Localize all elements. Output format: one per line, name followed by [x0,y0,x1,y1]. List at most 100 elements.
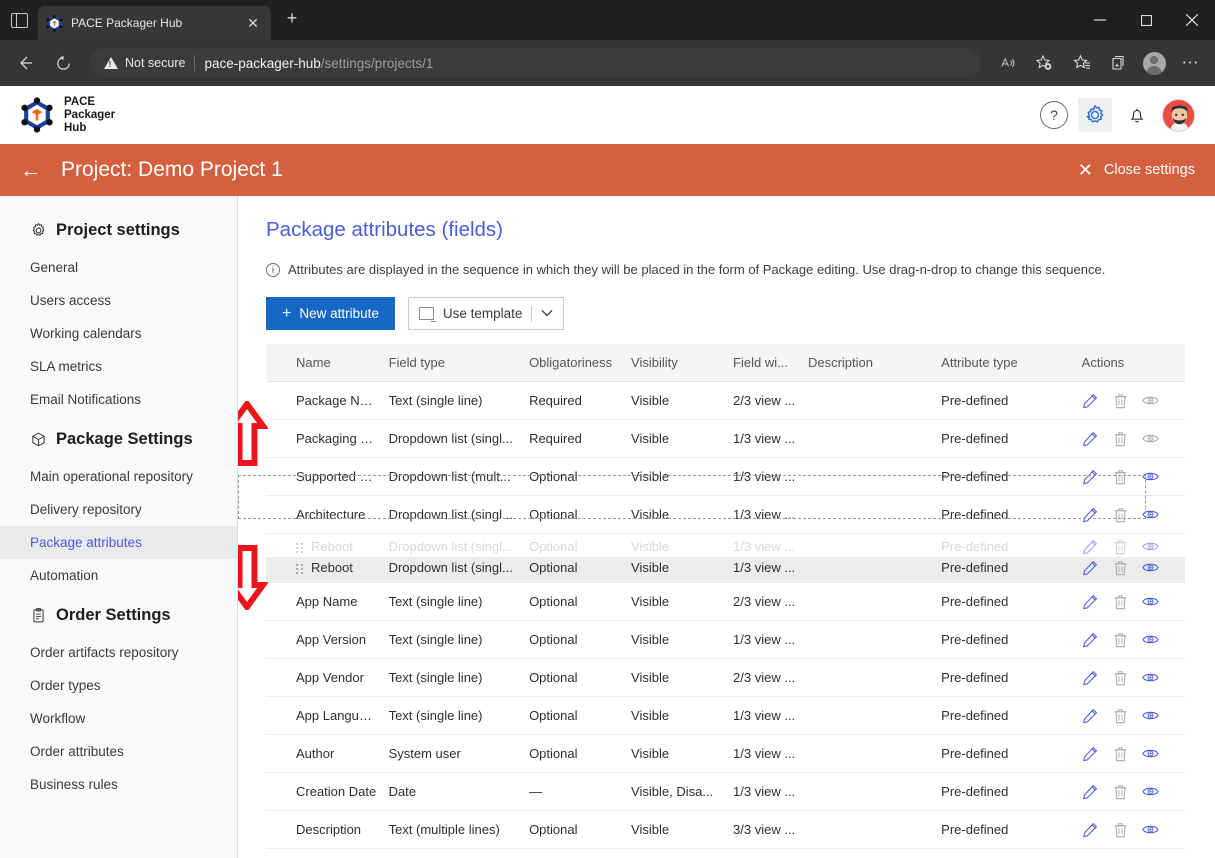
browser-tab[interactable]: PACE Packager Hub ✕ [38,6,271,40]
column-header-attribute-type[interactable]: Attribute type [935,344,1076,382]
delete-trash-icon[interactable] [1112,430,1129,447]
chevron-down-icon[interactable] [541,308,553,320]
security-status[interactable]: Not secure [104,56,185,70]
close-settings-button[interactable]: ✕ Close settings [1078,160,1195,181]
project-back-button[interactable]: ← [20,160,41,181]
visibility-eye-icon[interactable] [1141,468,1159,485]
delete-trash-icon[interactable] [1112,783,1129,800]
delete-trash-icon[interactable] [1112,468,1129,485]
visibility-eye-icon[interactable] [1141,631,1159,648]
window-minimize-button[interactable] [1077,0,1123,40]
table-row[interactable]: Description Text (multiple lines) Optional… [266,810,1185,849]
app-logo[interactable]: PACE Packager Hub [20,96,115,135]
column-header-obligatoriness[interactable]: Obligatoriness [523,344,626,382]
edit-pencil-icon[interactable] [1082,593,1099,610]
sidebar-item-users-access[interactable]: Users access [0,284,237,317]
sidebar-item-workflow[interactable]: Workflow [0,702,237,735]
column-header-name[interactable]: Name [266,344,383,382]
profile-icon[interactable] [1137,46,1171,80]
tab-close-icon[interactable]: ✕ [243,13,263,33]
delete-trash-icon[interactable] [1112,506,1129,523]
edit-pencil-icon[interactable] [1082,669,1099,686]
use-template-button[interactable]: Use template [407,297,565,330]
visibility-eye-icon[interactable] [1141,559,1159,576]
table-row[interactable]: Architecture Dropdown list (singl... Optio… [266,495,1185,534]
drag-handle-icon[interactable] [296,542,304,553]
delete-trash-icon[interactable] [1112,559,1129,576]
read-aloud-icon[interactable] [991,46,1025,80]
sidebar-item-order-types[interactable]: Order types [0,669,237,702]
delete-trash-icon[interactable] [1112,631,1129,648]
sidebar-item-working-calendars[interactable]: Working calendars [0,317,237,350]
table-row[interactable]: Reboot Dropdown list (singl... Optional Vis… [266,557,1185,583]
edit-pencil-icon[interactable] [1082,468,1099,485]
new-tab-button[interactable]: + [277,4,307,34]
table-row[interactable]: App Version Text (single line) Optional Vis… [266,620,1185,659]
table-row[interactable]: Author System user Optional Visible 1/3 view… [266,734,1185,773]
drag-handle-icon[interactable] [296,563,304,574]
delete-trash-icon[interactable] [1112,593,1129,610]
edit-pencil-icon[interactable] [1082,430,1099,447]
window-close-button[interactable] [1169,0,1215,40]
sidebar-item-main-operational-repository[interactable]: Main operational repository [0,460,237,493]
visibility-eye-icon[interactable] [1141,538,1159,555]
back-button[interactable] [8,46,42,80]
column-header-visibility[interactable]: Visibility [625,344,728,382]
column-header-field-width[interactable]: Field wi... [727,344,802,382]
table-row[interactable]: Reboot Dropdown list (singl... Optional Vis… [266,534,1185,558]
notifications-button[interactable] [1122,100,1152,130]
delete-trash-icon[interactable] [1112,538,1129,555]
user-avatar[interactable] [1162,98,1195,132]
table-row[interactable]: App Language Text (single line) Optional Vi… [266,696,1185,735]
delete-trash-icon[interactable] [1112,745,1129,762]
edit-pencil-icon[interactable] [1082,559,1099,576]
sidebar-item-business-rules[interactable]: Business rules [0,768,237,801]
visibility-eye-icon[interactable] [1141,392,1159,409]
sidebar-item-package-attributes[interactable]: Package attributes [0,526,237,559]
help-button[interactable]: ? [1040,101,1068,129]
column-header-field-type[interactable]: Field type [382,344,524,382]
edit-pencil-icon[interactable] [1082,707,1099,724]
visibility-eye-icon[interactable] [1141,430,1159,447]
visibility-eye-icon[interactable] [1141,821,1159,838]
delete-trash-icon[interactable] [1112,707,1129,724]
tab-search-button[interactable] [0,0,38,40]
sidebar-item-sla-metrics[interactable]: SLA metrics [0,350,237,383]
table-row[interactable]: App Name Text (single line) Optional Visibl… [266,583,1185,621]
table-row[interactable]: Creation Date Date — Visible, Disa... 1/3 vi… [266,772,1185,811]
edit-pencil-icon[interactable] [1082,821,1099,838]
edit-pencil-icon[interactable] [1082,745,1099,762]
visibility-eye-icon[interactable] [1141,745,1159,762]
browser-more-menu-icon[interactable]: ⋯ [1173,46,1207,80]
table-row[interactable]: App Vendor Text (single line) Optional Visi… [266,658,1185,697]
window-maximize-button[interactable] [1123,0,1169,40]
sidebar-item-order-attributes[interactable]: Order attributes [0,735,237,768]
sidebar-item-email-notifications[interactable]: Email Notifications [0,383,237,416]
address-bar[interactable]: Not secure pace-packager-hub/settings/pr… [90,48,981,78]
edit-pencil-icon[interactable] [1082,392,1099,409]
sidebar-item-general[interactable]: General [0,251,237,284]
edit-pencil-icon[interactable] [1082,783,1099,800]
table-row[interactable]: Packaging Tech...Dropdown list (singl...… [266,419,1185,458]
visibility-eye-icon[interactable] [1141,783,1159,800]
add-favorite-icon[interactable] [1027,46,1061,80]
table-row[interactable]: Supported OS Dropdown list (mult... Option… [266,457,1185,496]
visibility-eye-icon[interactable] [1141,669,1159,686]
reload-button[interactable] [46,46,80,80]
visibility-eye-icon[interactable] [1141,506,1159,523]
new-attribute-button[interactable]: + New attribute [266,297,395,330]
sidebar-item-delivery-repository[interactable]: Delivery repository [0,493,237,526]
settings-gear-button[interactable] [1078,98,1112,132]
delete-trash-icon[interactable] [1112,821,1129,838]
sidebar-item-order-artifacts-repository[interactable]: Order artifacts repository [0,636,237,669]
delete-trash-icon[interactable] [1112,392,1129,409]
delete-trash-icon[interactable] [1112,669,1129,686]
favorites-icon[interactable] [1065,46,1099,80]
column-header-description[interactable]: Description [801,344,936,382]
sidebar-item-automation[interactable]: Automation [0,559,237,592]
edit-pencil-icon[interactable] [1082,631,1099,648]
edit-pencil-icon[interactable] [1082,506,1099,523]
collections-icon[interactable] [1101,46,1135,80]
table-row[interactable]: Package Name Text (single line) Required Vi… [266,381,1185,420]
visibility-eye-icon[interactable] [1141,707,1159,724]
